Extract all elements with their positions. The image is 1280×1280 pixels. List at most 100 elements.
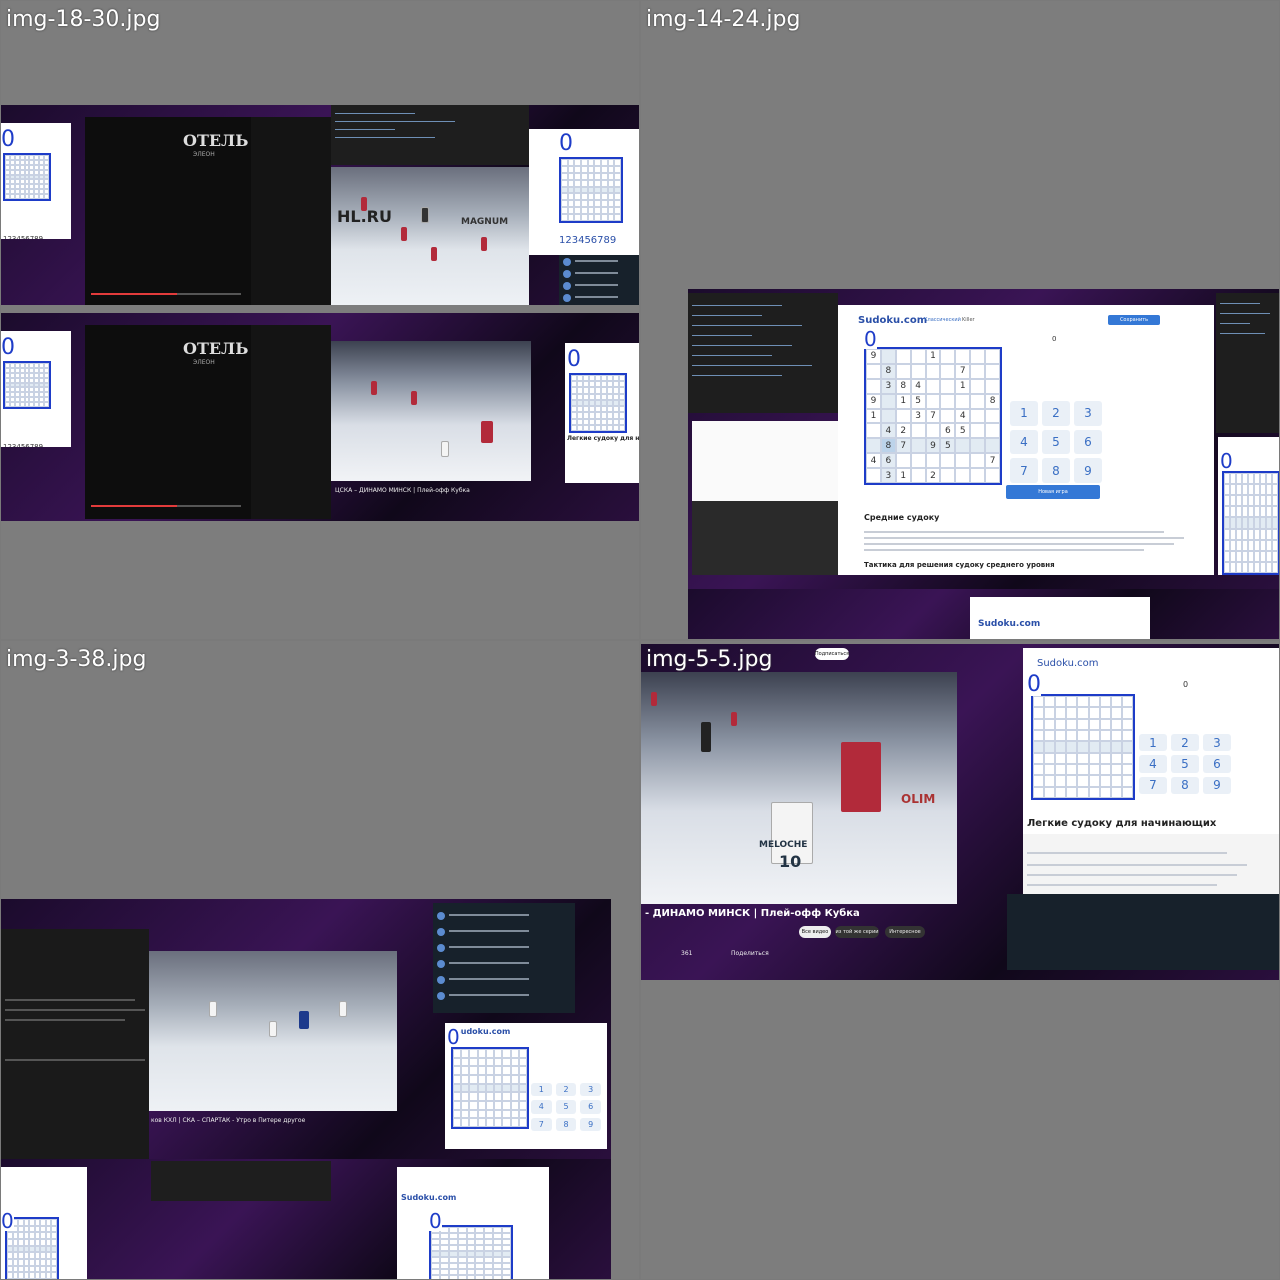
sudoku-cell[interactable] [574, 207, 581, 215]
sudoku-cell[interactable]: 8 [880, 363, 896, 379]
sudoku-cell[interactable] [1110, 775, 1122, 787]
sudoku-cell[interactable] [485, 1075, 495, 1084]
sudoku-cell[interactable] [1088, 696, 1100, 708]
sudoku-cell[interactable] [580, 165, 588, 173]
sudoku-cell[interactable] [510, 1092, 519, 1101]
site-logo[interactable]: Sudoku.com [401, 1193, 456, 1202]
new-game-button[interactable]: Новая игра [1006, 485, 1100, 499]
sudoku-cell[interactable] [1272, 473, 1278, 485]
sudoku-cell[interactable] [940, 349, 956, 364]
numpad-key[interactable]: 2 [1042, 401, 1070, 426]
numpad-key[interactable]: 5 [1171, 755, 1199, 773]
sudoku-cell[interactable] [1066, 729, 1078, 742]
numpad-key[interactable]: 1 [1139, 734, 1167, 752]
sudoku-cell[interactable]: 9 [925, 438, 941, 454]
numpad-key[interactable]: 2 [1171, 734, 1199, 752]
numpad-key[interactable]: 9 [1203, 776, 1231, 794]
sudoku-grid-large[interactable]: 918738419158137442658795467312 [864, 347, 1002, 485]
sudoku-cell[interactable] [580, 193, 588, 201]
site-logo[interactable]: Sudoku.com [978, 619, 1040, 629]
sudoku-cell[interactable] [502, 1057, 511, 1067]
sudoku-cell[interactable] [580, 179, 588, 187]
sudoku-cell[interactable] [453, 1057, 462, 1067]
numpad-key[interactable]: 1 [1010, 401, 1038, 426]
sudoku-cell[interactable] [600, 207, 608, 215]
sudoku-cell[interactable] [567, 193, 575, 201]
sudoku-cell[interactable] [970, 408, 986, 424]
nav-classic[interactable]: Классический [924, 317, 961, 323]
sudoku-cell[interactable]: 1 [925, 349, 941, 364]
sudoku-cell[interactable] [1099, 775, 1111, 787]
sudoku-cell[interactable] [1088, 729, 1100, 742]
sudoku-cell[interactable] [1077, 786, 1089, 798]
chip-related[interactable]: Интересное [885, 926, 925, 938]
sudoku-cell[interactable] [502, 1083, 511, 1093]
sudoku-cell[interactable] [1033, 696, 1045, 708]
sudoku-cell[interactable] [461, 1092, 470, 1101]
sudoku-cell[interactable] [448, 1275, 458, 1279]
sudoku-cell[interactable] [940, 378, 956, 394]
sudoku-cell[interactable] [1044, 718, 1056, 730]
sudoku-cell[interactable] [567, 207, 575, 215]
hockey-video[interactable] [331, 341, 531, 481]
sudoku-cell[interactable] [1121, 696, 1133, 708]
sudoku-cell[interactable] [439, 1275, 449, 1279]
sudoku-cell[interactable] [580, 200, 588, 208]
sudoku-cell[interactable] [985, 408, 1000, 424]
sudoku-cell[interactable] [985, 378, 1000, 394]
likes-count[interactable]: 361 [681, 950, 692, 957]
numpad-key[interactable]: 5 [555, 1100, 577, 1114]
sudoku-cell[interactable] [1110, 729, 1122, 742]
numpad-key[interactable]: 8 [1171, 776, 1199, 794]
sudoku-cell[interactable] [510, 1066, 519, 1075]
sudoku-cell[interactable] [1099, 729, 1111, 742]
numpad-key[interactable]: 6 [1074, 429, 1102, 455]
sudoku-cell[interactable] [580, 214, 588, 221]
numpad[interactable]: 123 456 789 [1139, 734, 1231, 794]
sudoku-cell[interactable] [1272, 484, 1278, 496]
sudoku-cell[interactable] [1077, 729, 1089, 742]
sudoku-cell[interactable] [502, 1092, 511, 1101]
sudoku-cell[interactable] [51, 1252, 57, 1259]
sudoku-cell[interactable] [587, 159, 595, 166]
sudoku-cell[interactable] [880, 349, 896, 364]
sudoku-cell[interactable] [567, 159, 575, 166]
sudoku-cell[interactable] [955, 453, 971, 469]
sudoku-cell[interactable] [970, 453, 986, 469]
sudoku-cell[interactable] [1055, 729, 1067, 742]
sudoku-cell[interactable] [485, 1092, 495, 1101]
sudoku-cell[interactable]: 7 [985, 453, 1000, 469]
site-logo[interactable]: Sudoku.com [1037, 658, 1099, 669]
sudoku-cell[interactable] [614, 214, 621, 221]
sudoku-cell[interactable] [1044, 786, 1056, 798]
numpad-key[interactable]: 2 [555, 1083, 577, 1097]
sudoku-cell[interactable]: 6 [940, 423, 956, 439]
sudoku-cell[interactable] [1077, 707, 1089, 719]
sudoku-cell[interactable]: 4 [910, 378, 926, 394]
sudoku-cell[interactable] [485, 1066, 495, 1075]
sudoku-cell[interactable] [1099, 696, 1111, 708]
sudoku-cell[interactable] [561, 207, 568, 215]
sudoku-cell[interactable] [910, 349, 926, 364]
sudoku-cell[interactable] [494, 1057, 503, 1067]
sudoku-cell[interactable] [940, 393, 956, 409]
sudoku-cell[interactable] [485, 1118, 495, 1127]
sudoku-cell[interactable] [494, 1101, 503, 1110]
sudoku-cell[interactable] [970, 363, 986, 379]
sudoku-cell[interactable] [1033, 741, 1045, 753]
sudoku-cell[interactable] [469, 1066, 478, 1075]
sudoku-cell[interactable] [510, 1083, 519, 1093]
sudoku-cell[interactable] [1110, 763, 1122, 776]
sudoku-cell[interactable] [925, 423, 941, 439]
sudoku-cell[interactable]: 8 [895, 378, 911, 394]
sudoku-cell[interactable] [502, 1075, 511, 1084]
sudoku-cell[interactable] [453, 1092, 462, 1101]
sudoku-cell[interactable] [574, 200, 581, 208]
sudoku-cell[interactable] [477, 1066, 486, 1075]
sudoku-cell[interactable] [510, 1075, 519, 1084]
sudoku-cell[interactable]: 2 [895, 423, 911, 439]
sudoku-cell[interactable] [970, 423, 986, 439]
sudoku-cell[interactable] [614, 200, 621, 208]
sudoku-cell[interactable] [1077, 763, 1089, 776]
sudoku-cell[interactable] [866, 378, 881, 394]
